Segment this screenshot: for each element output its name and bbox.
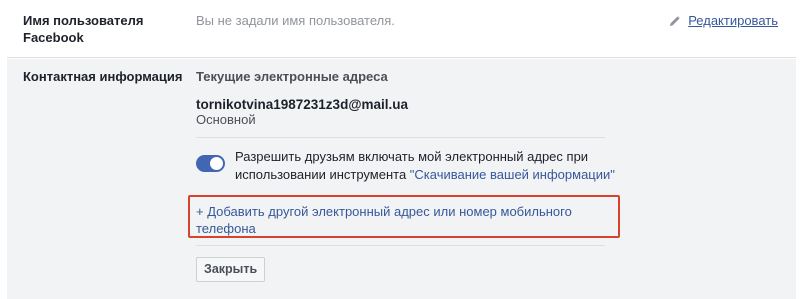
contact-info-label: Контактная информация <box>23 69 183 84</box>
permission-description: Разрешить друзьям включать мой электронн… <box>235 148 615 184</box>
edit-button[interactable]: Редактировать <box>669 12 778 29</box>
settings-panel: Имя пользователя Facebook Вы не задали и… <box>7 0 796 299</box>
download-info-link[interactable]: "Скачивание вашей информации" <box>410 167 615 182</box>
toggle-knob <box>210 157 223 170</box>
email-status: Основной <box>196 112 256 127</box>
email-section-title: Текущие электронные адреса <box>196 69 388 84</box>
divider <box>196 245 605 246</box>
username-value: Вы не задали имя пользователя. <box>196 13 395 28</box>
add-contact-link[interactable]: + Добавить другой электронный адрес или … <box>196 203 616 237</box>
edit-link[interactable]: Редактировать <box>688 12 778 29</box>
pencil-icon <box>670 15 680 26</box>
username-label: Имя пользователя Facebook <box>23 13 144 45</box>
contact-info-row: Контактная информация Текущие электронны… <box>7 59 796 299</box>
close-button[interactable]: Закрыть <box>196 257 266 282</box>
permission-toggle[interactable] <box>196 155 225 172</box>
divider <box>196 137 605 138</box>
username-row: Имя пользователя Facebook Вы не задали и… <box>7 0 796 58</box>
